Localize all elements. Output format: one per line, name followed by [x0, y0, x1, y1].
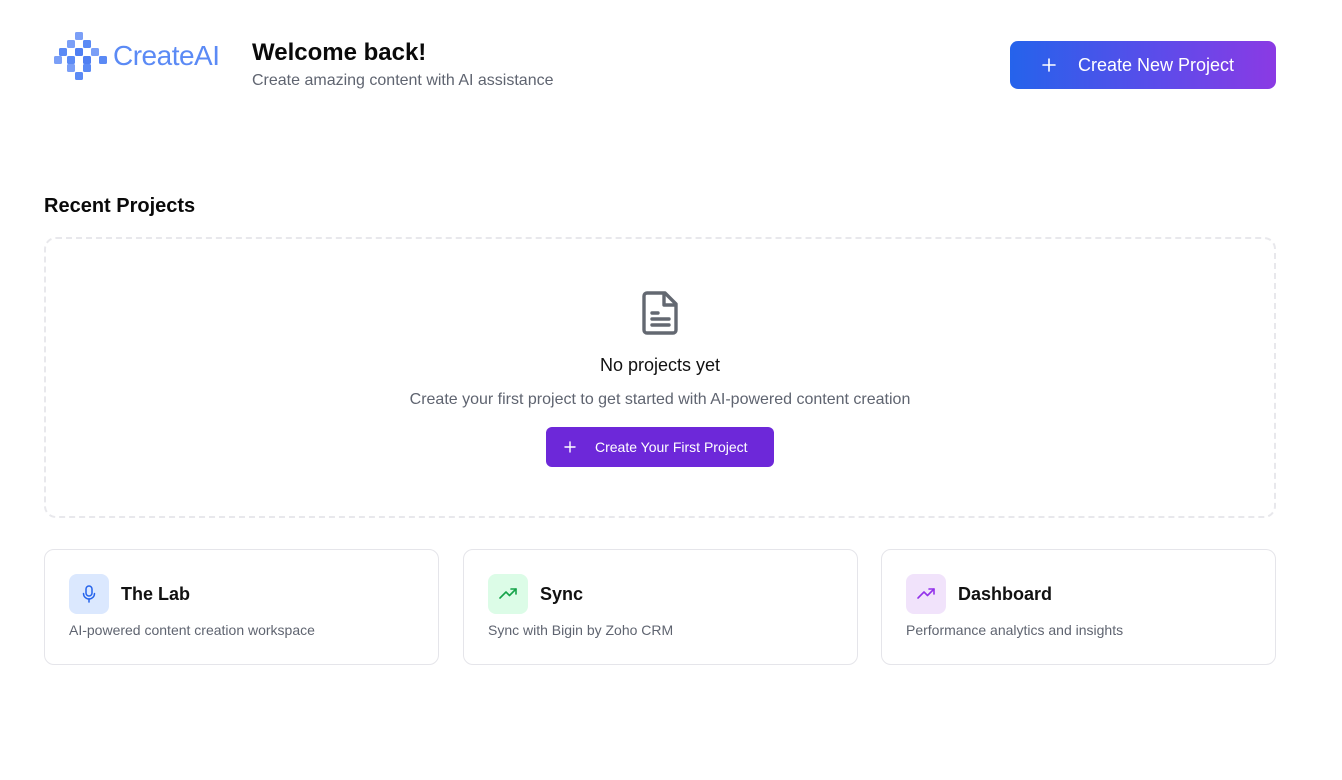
- card-the-lab[interactable]: The Lab AI-powered content creation work…: [44, 549, 439, 665]
- card-description: Performance analytics and insights: [906, 622, 1124, 638]
- create-first-project-button[interactable]: Create Your First Project: [546, 427, 774, 467]
- card-dashboard[interactable]: Dashboard Performance analytics and insi…: [881, 549, 1276, 665]
- card-description: Sync with Bigin by Zoho CRM: [488, 622, 674, 638]
- card-sync[interactable]: Sync Sync with Bigin by Zoho CRM: [463, 549, 858, 665]
- logo-mark-icon: [54, 32, 107, 80]
- section-title: Recent Projects: [44, 195, 196, 217]
- page-subtitle: Create amazing content with AI assistanc…: [252, 72, 554, 89]
- create-first-project-label: Create Your First Project: [595, 439, 748, 455]
- page-title: Welcome back!: [252, 39, 427, 66]
- empty-state-subtitle: Create your first project to get started…: [409, 391, 911, 408]
- page: CreateAI Welcome back! Create amazing co…: [0, 0, 1342, 780]
- create-new-project-button[interactable]: Create New Project: [1010, 41, 1276, 89]
- card-icon-box: [906, 574, 946, 614]
- card-description: AI-powered content creation workspace: [69, 622, 315, 638]
- microphone-icon: [82, 585, 96, 603]
- trending-up-icon: [917, 588, 935, 599]
- plus-icon: [1042, 58, 1056, 72]
- card-title: The Lab: [121, 584, 191, 604]
- create-new-project-label: Create New Project: [1078, 54, 1235, 75]
- trending-up-icon: [499, 588, 517, 599]
- brand-name: CreateAI: [113, 40, 220, 71]
- card-title: Sync: [540, 584, 584, 604]
- empty-state-title: No projects yet: [599, 355, 721, 375]
- card-icon-box: [488, 574, 528, 614]
- card-icon-box: [69, 574, 109, 614]
- welcome-block: Welcome back! Create amazing content wit…: [252, 38, 554, 91]
- card-title: Dashboard: [958, 584, 1053, 604]
- empty-state: No projects yet Create your first projec…: [44, 237, 1276, 518]
- plus-icon: [564, 441, 576, 453]
- document-icon: [642, 291, 678, 335]
- brand-logo[interactable]: CreateAI: [54, 31, 220, 81]
